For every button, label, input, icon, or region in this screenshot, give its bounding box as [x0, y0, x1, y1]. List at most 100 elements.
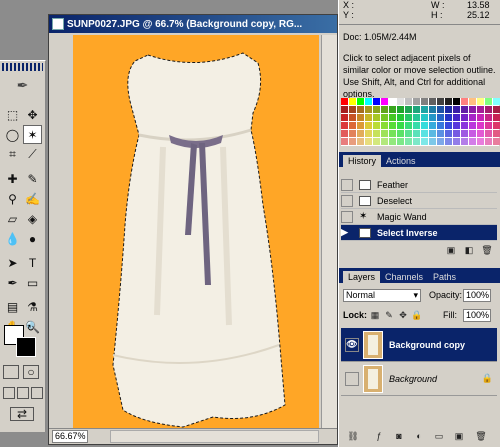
color-swatch[interactable]: [469, 106, 476, 113]
color-swatch[interactable]: [413, 122, 420, 129]
marquee-tool-icon[interactable]: ⬚: [3, 105, 22, 124]
color-swatch[interactable]: [469, 98, 476, 105]
history-item-feather[interactable]: Feather: [341, 177, 497, 193]
color-swatch[interactable]: [429, 130, 436, 137]
zoom-level-field[interactable]: 66.67%: [52, 430, 88, 443]
color-swatch[interactable]: [413, 114, 420, 121]
lock-image-icon[interactable]: ✎: [383, 309, 395, 321]
color-swatch[interactable]: [357, 98, 364, 105]
color-swatch[interactable]: [453, 130, 460, 137]
lock-position-icon[interactable]: ✥: [397, 309, 409, 321]
color-swatch[interactable]: [397, 106, 404, 113]
jump-to-imageready-icon[interactable]: ⇄: [10, 407, 34, 421]
lock-all-icon[interactable]: 🔒: [411, 309, 423, 321]
color-swatch[interactable]: [397, 114, 404, 121]
color-swatch[interactable]: [477, 138, 484, 145]
tab-channels[interactable]: Channels: [380, 271, 428, 283]
color-swatch[interactable]: [477, 114, 484, 121]
tab-layers[interactable]: Layers: [343, 271, 381, 283]
new-group-icon[interactable]: ▭: [433, 430, 445, 442]
color-swatch[interactable]: [365, 138, 372, 145]
new-snapshot-icon[interactable]: ◧: [463, 244, 475, 256]
delete-state-icon[interactable]: 🗑: [481, 244, 493, 256]
color-swatch[interactable]: [429, 122, 436, 129]
color-swatch[interactable]: [429, 114, 436, 121]
color-swatch[interactable]: [373, 98, 380, 105]
color-swatch[interactable]: [477, 130, 484, 137]
color-swatch[interactable]: [445, 106, 452, 113]
color-swatch[interactable]: [413, 106, 420, 113]
color-swatch[interactable]: [349, 130, 356, 137]
color-swatch[interactable]: [437, 122, 444, 129]
swap-colors-icon[interactable]: ↻: [27, 323, 35, 334]
color-swatch[interactable]: [349, 122, 356, 129]
vertical-scrollbar[interactable]: [321, 35, 337, 428]
lasso-tool-icon[interactable]: ◯: [3, 125, 22, 144]
color-swatch[interactable]: [381, 114, 388, 121]
color-swatch[interactable]: [341, 98, 348, 105]
layer-row-background-copy[interactable]: 👁 Background copy: [341, 328, 497, 362]
color-swatch[interactable]: [421, 130, 428, 137]
color-swatch[interactable]: [381, 130, 388, 137]
color-swatch[interactable]: [493, 114, 500, 121]
color-swatch[interactable]: [485, 138, 492, 145]
color-swatch[interactable]: [421, 106, 428, 113]
layer-style-icon[interactable]: ƒ: [373, 430, 385, 442]
color-swatch[interactable]: [389, 98, 396, 105]
image-canvas[interactable]: [73, 35, 319, 428]
color-swatch[interactable]: [373, 130, 380, 137]
color-swatch[interactable]: [413, 138, 420, 145]
color-swatch[interactable]: [453, 114, 460, 121]
background-color-swatch[interactable]: [16, 337, 36, 357]
pen-tool-icon[interactable]: ✒: [3, 273, 22, 292]
tools-palette-grip[interactable]: [2, 63, 43, 71]
add-mask-icon[interactable]: ◙: [393, 430, 405, 442]
color-swatch[interactable]: [437, 114, 444, 121]
color-swatch[interactable]: [437, 106, 444, 113]
color-swatch[interactable]: [373, 114, 380, 121]
horizontal-scrollbar[interactable]: [110, 430, 319, 443]
color-swatch[interactable]: [405, 98, 412, 105]
color-swatch[interactable]: [341, 114, 348, 121]
new-document-from-state-icon[interactable]: ▣: [445, 244, 457, 256]
color-swatch[interactable]: [445, 98, 452, 105]
color-swatch[interactable]: [357, 138, 364, 145]
history-brush-tool-icon[interactable]: ✍: [23, 189, 42, 208]
color-swatch[interactable]: [405, 130, 412, 137]
color-swatch[interactable]: [493, 122, 500, 129]
color-swatch[interactable]: [397, 130, 404, 137]
color-swatch[interactable]: [461, 114, 468, 121]
color-swatch[interactable]: [349, 106, 356, 113]
color-swatch[interactable]: [349, 98, 356, 105]
lock-transparency-icon[interactable]: ▦: [369, 309, 381, 321]
healing-brush-tool-icon[interactable]: ✚: [3, 169, 22, 188]
color-swatch[interactable]: [445, 138, 452, 145]
new-layer-icon[interactable]: ▣: [453, 430, 465, 442]
color-swatch[interactable]: [413, 130, 420, 137]
color-swatch[interactable]: [469, 130, 476, 137]
color-swatch[interactable]: [469, 122, 476, 129]
screen-mode-standard-icon[interactable]: [3, 387, 15, 399]
color-swatch[interactable]: [437, 130, 444, 137]
color-swatch[interactable]: [421, 122, 428, 129]
color-swatch[interactable]: [405, 106, 412, 113]
color-swatch[interactable]: [445, 122, 452, 129]
color-swatch[interactable]: [357, 122, 364, 129]
color-swatch[interactable]: [453, 106, 460, 113]
history-snapshot-checkbox[interactable]: [341, 194, 353, 207]
slice-tool-icon[interactable]: ⟋: [23, 145, 42, 164]
adjustment-layer-icon[interactable]: ◐: [413, 430, 425, 442]
color-swatch[interactable]: [365, 130, 372, 137]
color-swatch[interactable]: [461, 106, 468, 113]
history-item-select-inverse[interactable]: ▶ Select Inverse: [341, 225, 497, 241]
tab-paths[interactable]: Paths: [428, 271, 461, 283]
crop-tool-icon[interactable]: ⌗: [3, 145, 22, 164]
swatches-panel[interactable]: [341, 98, 500, 146]
move-tool-icon[interactable]: ✥: [23, 105, 42, 124]
color-swatch[interactable]: [453, 138, 460, 145]
color-swatch[interactable]: [493, 98, 500, 105]
document-titlebar[interactable]: SUNP0027.JPG @ 66.7% (Background copy, R…: [49, 15, 337, 33]
color-swatch[interactable]: [461, 130, 468, 137]
color-swatch[interactable]: [437, 98, 444, 105]
color-swatch[interactable]: [445, 114, 452, 121]
